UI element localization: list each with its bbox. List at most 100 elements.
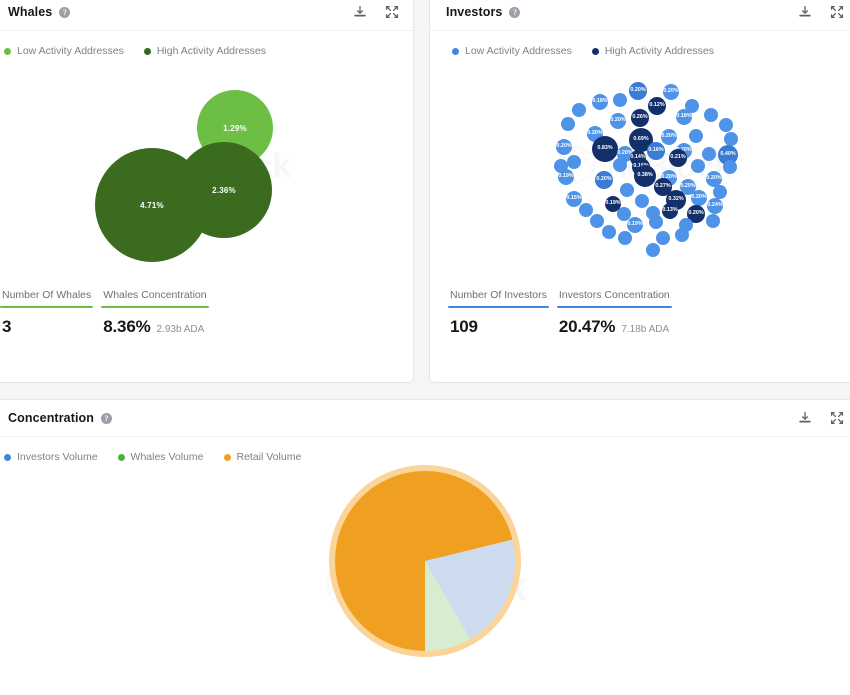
investor-dot[interactable]: 0.19% bbox=[627, 217, 643, 233]
stat-value-row: 109 bbox=[448, 317, 551, 337]
stat-underline bbox=[448, 306, 549, 308]
legend-item[interactable]: High Activity Addresses bbox=[591, 45, 714, 57]
legend-item[interactable]: High Activity Addresses bbox=[143, 45, 266, 57]
investor-dot[interactable] bbox=[579, 203, 593, 217]
investor-dot[interactable] bbox=[713, 185, 727, 199]
investor-dot[interactable] bbox=[719, 118, 733, 132]
info-icon[interactable]: ? bbox=[509, 6, 521, 18]
legend-dot-icon bbox=[223, 453, 231, 461]
investor-dot[interactable] bbox=[704, 108, 718, 122]
investor-dot[interactable] bbox=[723, 160, 737, 174]
expand-icon[interactable] bbox=[385, 5, 399, 19]
investor-dot[interactable]: 0.19% bbox=[558, 169, 574, 185]
investor-dot[interactable] bbox=[567, 155, 581, 169]
investor-dot[interactable]: 0.26% bbox=[631, 109, 649, 127]
dot-label: 0.19% bbox=[605, 200, 621, 207]
investor-dot[interactable]: 0.20% bbox=[595, 171, 613, 189]
investor-dot[interactable]: 0.21% bbox=[669, 149, 687, 167]
investor-dot[interactable]: 0.20% bbox=[629, 82, 647, 100]
investor-dot[interactable] bbox=[618, 231, 632, 245]
investors-panel: Investors ? Low Activity Addresses High … bbox=[430, 0, 850, 382]
investor-dot[interactable] bbox=[602, 225, 616, 239]
stat-number-of-investors: Number Of Investors 109 bbox=[448, 289, 551, 337]
investor-dot[interactable] bbox=[706, 214, 720, 228]
investors-legend: Low Activity Addresses High Activity Add… bbox=[430, 31, 850, 57]
investor-dot[interactable]: 0.20% bbox=[661, 129, 677, 145]
info-icon[interactable]: ? bbox=[59, 6, 71, 18]
dot-label: 0.18% bbox=[592, 98, 608, 105]
concentration-pie-chart: heBlock 71.17% (24.96b ADA) bbox=[0, 463, 850, 678]
download-icon[interactable] bbox=[798, 5, 812, 19]
investor-dot[interactable] bbox=[572, 103, 586, 117]
stat-label: Number Of Investors bbox=[450, 289, 547, 301]
dot-label: 0.12% bbox=[649, 102, 665, 109]
investor-dot[interactable] bbox=[649, 215, 663, 229]
investor-dot[interactable] bbox=[613, 158, 627, 172]
dot-label: 0.20% bbox=[556, 143, 572, 150]
investor-dot[interactable] bbox=[646, 243, 660, 257]
dot-label: 0.20% bbox=[661, 133, 677, 140]
investor-dot[interactable] bbox=[691, 159, 705, 173]
dot-label: 0.19% bbox=[627, 221, 643, 228]
investor-dot[interactable]: 0.83% bbox=[592, 136, 618, 162]
legend-item[interactable]: Whales Volume bbox=[117, 451, 204, 463]
dot-label: 0.26% bbox=[632, 114, 648, 121]
investor-dot[interactable] bbox=[620, 183, 634, 197]
investor-dot[interactable] bbox=[689, 129, 703, 143]
dot-label: 0.20% bbox=[680, 183, 696, 190]
dot-label: 0.69% bbox=[633, 136, 649, 143]
whale-bubble[interactable]: 4.71% bbox=[95, 148, 209, 262]
stat-value-row: 20.47% 7.18b ADA bbox=[557, 317, 674, 337]
dot-label: 0.24% bbox=[707, 202, 723, 209]
stat-number-of-whales: Number Of Whales 3 bbox=[0, 289, 95, 337]
investor-dot[interactable] bbox=[613, 93, 627, 107]
investor-dot[interactable] bbox=[675, 228, 689, 242]
investor-dot[interactable] bbox=[590, 214, 604, 228]
investor-dot[interactable] bbox=[635, 194, 649, 208]
whales-panel-header: Whales ? bbox=[0, 0, 413, 31]
stat-underline bbox=[0, 306, 94, 308]
expand-icon[interactable] bbox=[830, 5, 844, 19]
download-icon[interactable] bbox=[798, 411, 812, 425]
dot-label: 0.20% bbox=[610, 117, 626, 124]
investor-dot[interactable]: 0.12% bbox=[648, 97, 666, 115]
investor-dot[interactable] bbox=[656, 231, 670, 245]
investor-dot[interactable] bbox=[561, 117, 575, 131]
investors-panel-header: Investors ? bbox=[430, 0, 850, 31]
concentration-panel-header: Concentration ? bbox=[0, 400, 850, 437]
download-icon[interactable] bbox=[353, 5, 367, 19]
whales-legend: Low Activity Addresses High Activity Add… bbox=[0, 31, 413, 57]
investor-dot[interactable]: 0.20% bbox=[691, 190, 707, 206]
stat-subvalue: 7.18b ADA bbox=[621, 324, 670, 335]
legend-item[interactable]: Retail Volume bbox=[223, 451, 302, 463]
concentration-header-actions bbox=[798, 411, 844, 425]
legend-label: Investors Volume bbox=[17, 451, 98, 463]
expand-icon[interactable] bbox=[830, 411, 844, 425]
investor-dot[interactable]: 0.20% bbox=[663, 84, 679, 100]
pie[interactable] bbox=[335, 471, 515, 651]
legend-item[interactable]: Investors Volume bbox=[4, 451, 98, 463]
investors-stats: Number Of Investors 109 Investors Concen… bbox=[430, 289, 850, 337]
dot-label: 0.83% bbox=[597, 145, 613, 152]
investor-dot[interactable]: 0.38% bbox=[634, 165, 656, 187]
investor-dot[interactable]: 0.20% bbox=[556, 139, 572, 155]
dot-label: 0.32% bbox=[668, 196, 684, 203]
investor-dot[interactable]: 0.24% bbox=[707, 198, 723, 214]
investor-dot[interactable]: 0.16% bbox=[647, 142, 665, 160]
legend-item[interactable]: Low Activity Addresses bbox=[4, 45, 124, 57]
investor-dot[interactable] bbox=[724, 132, 738, 146]
investor-dot[interactable] bbox=[702, 147, 716, 161]
investor-dot[interactable]: 0.20% bbox=[610, 113, 626, 129]
legend-item[interactable]: Low Activity Addresses bbox=[452, 45, 572, 57]
legend-label: Retail Volume bbox=[236, 451, 302, 463]
bubble-label: 2.36% bbox=[212, 185, 236, 195]
dot-label: 0.27% bbox=[655, 183, 671, 190]
investor-dot[interactable]: 0.18% bbox=[592, 94, 608, 110]
info-icon[interactable]: ? bbox=[101, 412, 113, 424]
investor-dot[interactable]: 0.13% bbox=[662, 203, 678, 219]
investor-dot[interactable]: 0.18% bbox=[676, 109, 692, 125]
whales-bubble-chart: heBlock 1.29%2.36%4.71% bbox=[0, 57, 413, 277]
investors-bubble-chart: heBlock 0.20% 0.20% 0.18% 0.12% 0.20% 0.26% 0.… bbox=[430, 57, 850, 277]
dot-label: 0.19% bbox=[558, 173, 574, 180]
stat-label: Investors Concentration bbox=[558, 289, 670, 301]
